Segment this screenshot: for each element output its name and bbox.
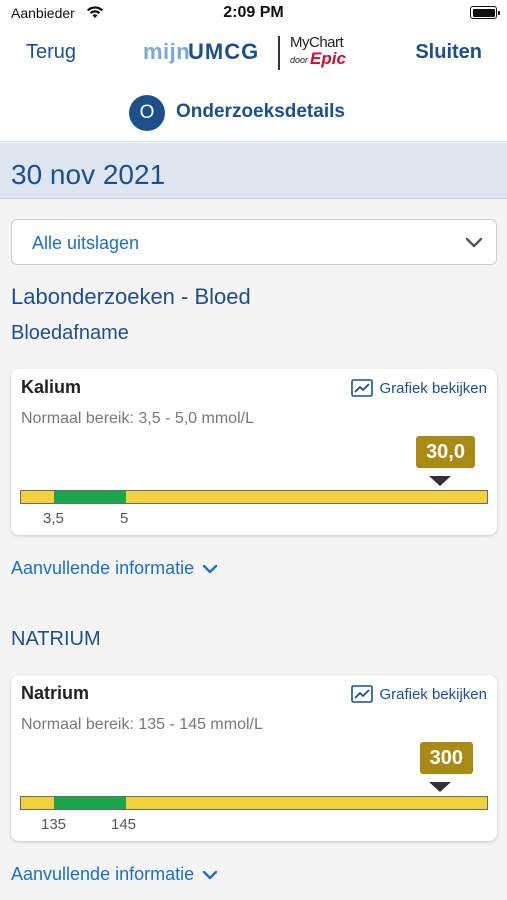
test-name: Natrium [21, 683, 90, 703]
additional-info-label: Aanvullende informatie [11, 558, 195, 578]
chevron-down-icon [465, 237, 483, 248]
normal-range-segment [54, 797, 126, 809]
battery-icon [470, 6, 500, 19]
trend-chart-icon [351, 379, 374, 397]
additional-info-label: Aanvullende informatie [11, 864, 195, 884]
normal-range-text: Normaal bereik: 135 - 145 mmol/L [21, 716, 263, 733]
additional-info-toggle[interactable]: Aanvullende informatie [11, 864, 218, 885]
order-badge-icon: O [129, 95, 165, 131]
result-filter-select[interactable]: Alle uitslagen [11, 219, 497, 265]
range-bar [20, 490, 488, 504]
value-marker-icon [429, 476, 451, 486]
normal-range-text: Normaal bereik: 3,5 - 5,0 mmol/L [21, 410, 254, 427]
range-high-label: 5 [120, 510, 129, 527]
section-title: Labonderzoeken - Bloed [11, 284, 251, 309]
view-graph-label: Grafiek bekijken [379, 686, 487, 703]
test-name: Kalium [21, 377, 82, 397]
range-low-label: 135 [41, 816, 67, 833]
result-value-badge: 300 [419, 742, 473, 774]
section-subtitle: Bloedafname [11, 322, 129, 344]
close-button[interactable]: Sluiten [415, 41, 482, 64]
normal-range-segment [54, 491, 126, 503]
view-graph-label: Grafiek bekijken [379, 380, 487, 397]
mijnumcg-mychart-logo: mijn UMCG MyChart door Epic [143, 34, 346, 70]
range-bar [20, 796, 488, 810]
chevron-down-icon [202, 870, 218, 880]
status-bar: Aanbieder 2:09 PM [0, 0, 507, 28]
result-value-badge: 30,0 [416, 436, 475, 468]
result-card-natrium: Natrium Grafiek bekijken Normaal bereik:… [11, 675, 497, 841]
page-header: O Onderzoeksdetails [0, 80, 507, 142]
filter-selected-value: Alle uitslagen [32, 233, 140, 253]
view-graph-link[interactable]: Grafiek bekijken [351, 379, 487, 397]
nav-bar: Terug mijn UMCG MyChart door Epic Sluite… [0, 28, 507, 80]
date-band: 30 nov 2021 [0, 143, 507, 199]
additional-info-toggle[interactable]: Aanvullende informatie [11, 558, 218, 579]
page-title: Onderzoeksdetails [176, 101, 345, 122]
range-low-label: 3,5 [43, 510, 64, 527]
range-high-label: 145 [111, 816, 137, 833]
result-group-label: NATRIUM [11, 628, 101, 650]
trend-chart-icon [351, 685, 374, 703]
result-date: 30 nov 2021 [11, 159, 166, 190]
value-marker-icon [429, 782, 451, 792]
view-graph-link[interactable]: Grafiek bekijken [351, 685, 487, 703]
chevron-down-icon [202, 564, 218, 574]
clock: 2:09 PM [223, 4, 284, 21]
back-button[interactable]: Terug [26, 41, 76, 64]
result-card-kalium: Kalium Grafiek bekijken Normaal bereik: … [11, 369, 497, 535]
